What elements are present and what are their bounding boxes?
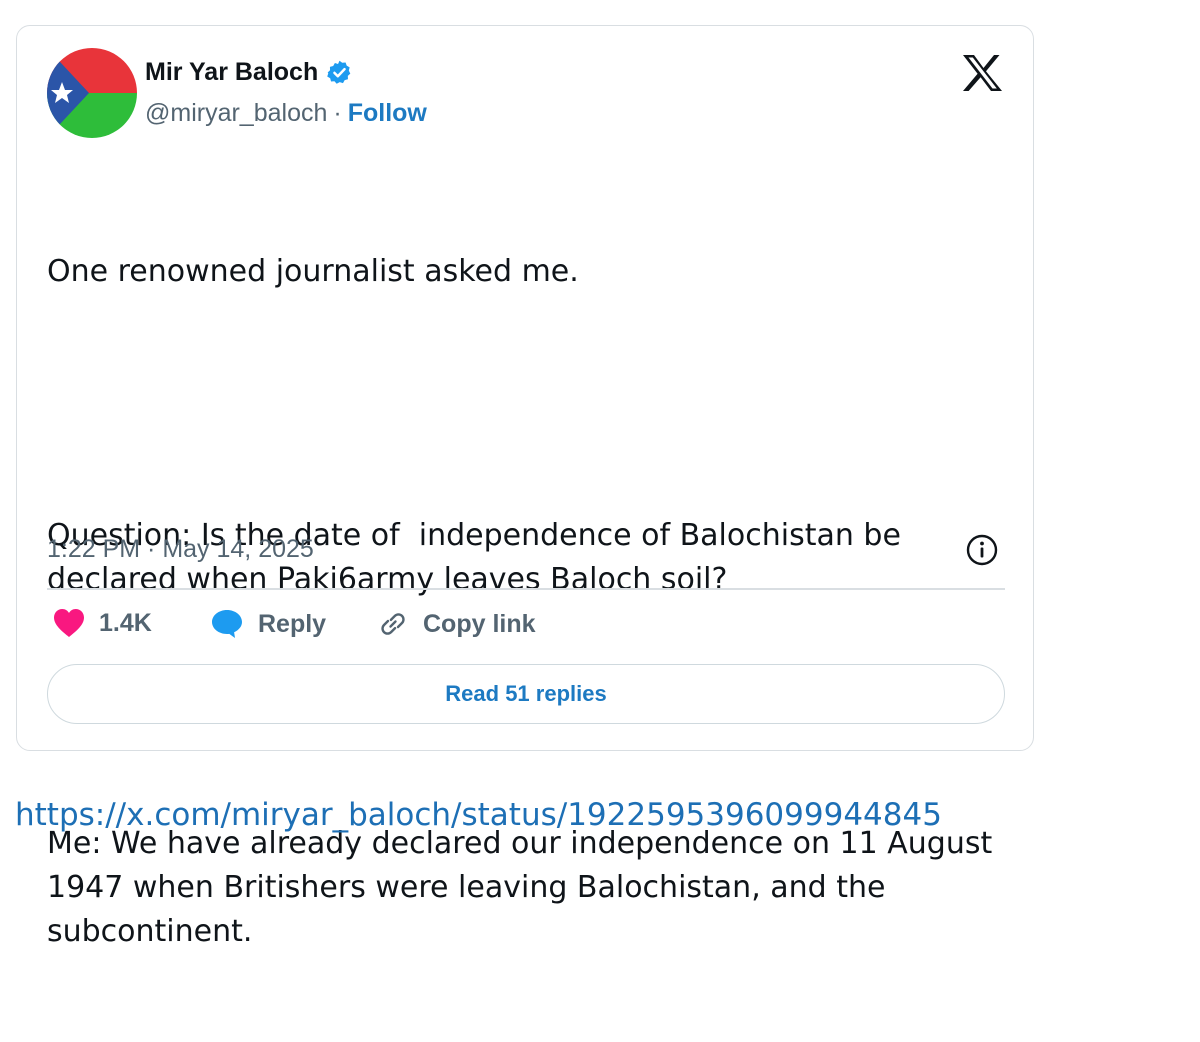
author-handle[interactable]: @miryar_baloch	[145, 99, 327, 128]
verified-badge-icon	[327, 60, 351, 84]
copy-link-label: Copy link	[423, 609, 536, 638]
link-icon	[381, 613, 405, 635]
x-logo-icon[interactable]	[961, 54, 1003, 92]
like-button[interactable]: 1.4K	[53, 608, 152, 638]
reply-button[interactable]: Reply	[210, 608, 326, 640]
read-replies-button[interactable]: Read 51 replies	[47, 664, 1005, 724]
divider	[47, 588, 1005, 590]
balochistan-flag-avatar	[47, 48, 137, 138]
author-name-row: Mir Yar Baloch	[145, 58, 353, 87]
follow-button[interactable]: Follow	[348, 99, 427, 128]
like-count: 1.4K	[99, 608, 152, 637]
tweet-text: One renowned journalist asked me. Questi…	[47, 162, 1022, 1042]
avatar[interactable]	[47, 48, 137, 138]
heart-icon	[54, 609, 84, 637]
source-url-link[interactable]: https://x.com/miryar_baloch/status/19225…	[15, 797, 942, 833]
tweet-paragraph: One renowned journalist asked me.	[47, 254, 579, 289]
author-handle-row: @miryar_baloch · Follow	[145, 99, 427, 128]
tweet-paragraph: Me: We have already declared our indepen…	[47, 826, 1002, 949]
speech-bubble-icon	[212, 610, 242, 638]
tweet-card: Mir Yar Baloch @miryar_baloch · Follow O…	[16, 25, 1034, 949]
tweet-timestamp[interactable]: 1:22 PM · May 14, 2025	[47, 535, 314, 564]
author-name[interactable]: Mir Yar Baloch	[145, 58, 318, 87]
copy-link-button[interactable]: Copy link	[377, 608, 536, 640]
reply-label: Reply	[258, 609, 327, 638]
info-icon[interactable]	[965, 533, 999, 567]
handle-separator: ·	[333, 99, 342, 127]
